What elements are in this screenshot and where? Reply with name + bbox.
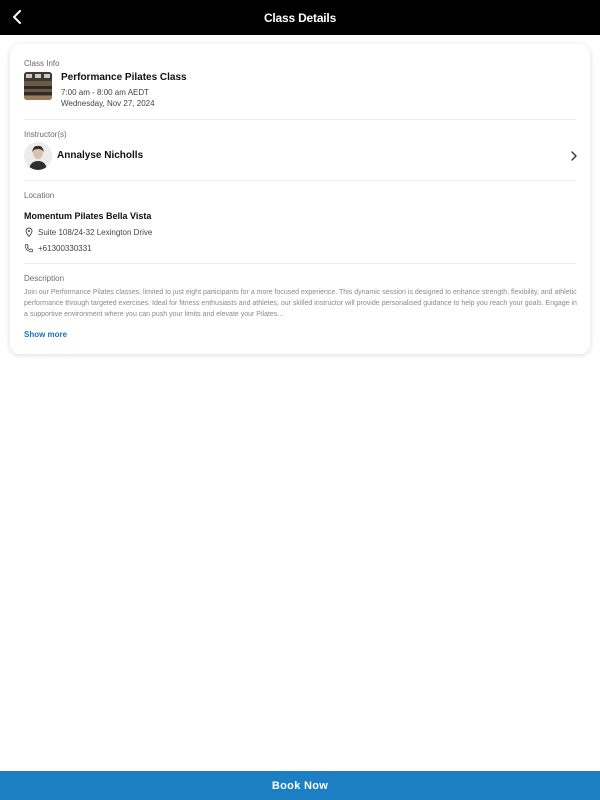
location-phone: +61300330331 [38,243,92,253]
location-address: Suite 108/24-32 Lexington Drive [38,227,153,237]
chevron-left-icon [13,10,21,24]
page-title: Class Details [263,10,337,25]
class-time: 7:00 am - 8:00 am AEDT [61,88,150,97]
instructor-label: Instructor(s) [24,130,67,139]
address-line: Suite 108/24-32 Lexington Drive [24,227,152,237]
divider [24,119,576,120]
top-bar: Class Details [0,0,600,35]
class-details-card: Class Info Performance Pilates Class 7:0… [10,44,590,354]
location-name: Momentum Pilates Bella Vista [24,211,152,221]
class-name: Performance Pilates Class [61,72,187,83]
phone-icon [24,243,34,253]
description-label: Description [24,274,65,283]
location-label: Location [24,191,55,200]
back-button[interactable] [6,6,28,28]
map-pin-icon [24,227,34,237]
class-thumbnail [24,72,52,100]
class-info-label: Class Info [24,59,60,68]
divider [24,180,576,181]
show-more-link[interactable]: Show more [24,330,67,339]
book-now-button[interactable]: Book Now [0,771,600,800]
instructor-name: Annalyse Nicholls [57,150,144,161]
class-date: Wednesday, Nov 27, 2024 [61,99,155,108]
chevron-right-icon [571,151,577,161]
description-text: Join our Performance Pilates classes, li… [24,289,577,318]
instructor-row[interactable]: Annalyse Nicholls [24,142,580,172]
divider [24,263,576,264]
avatar [24,142,52,170]
page-content: Class Info Performance Pilates Class 7:0… [0,35,600,771]
phone-line[interactable]: +61300330331 [24,243,92,253]
